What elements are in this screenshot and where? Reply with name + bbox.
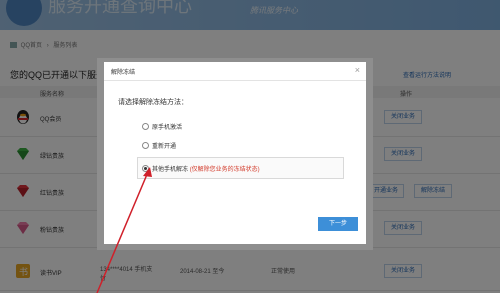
annotation-arrow-icon: [96, 167, 152, 293]
